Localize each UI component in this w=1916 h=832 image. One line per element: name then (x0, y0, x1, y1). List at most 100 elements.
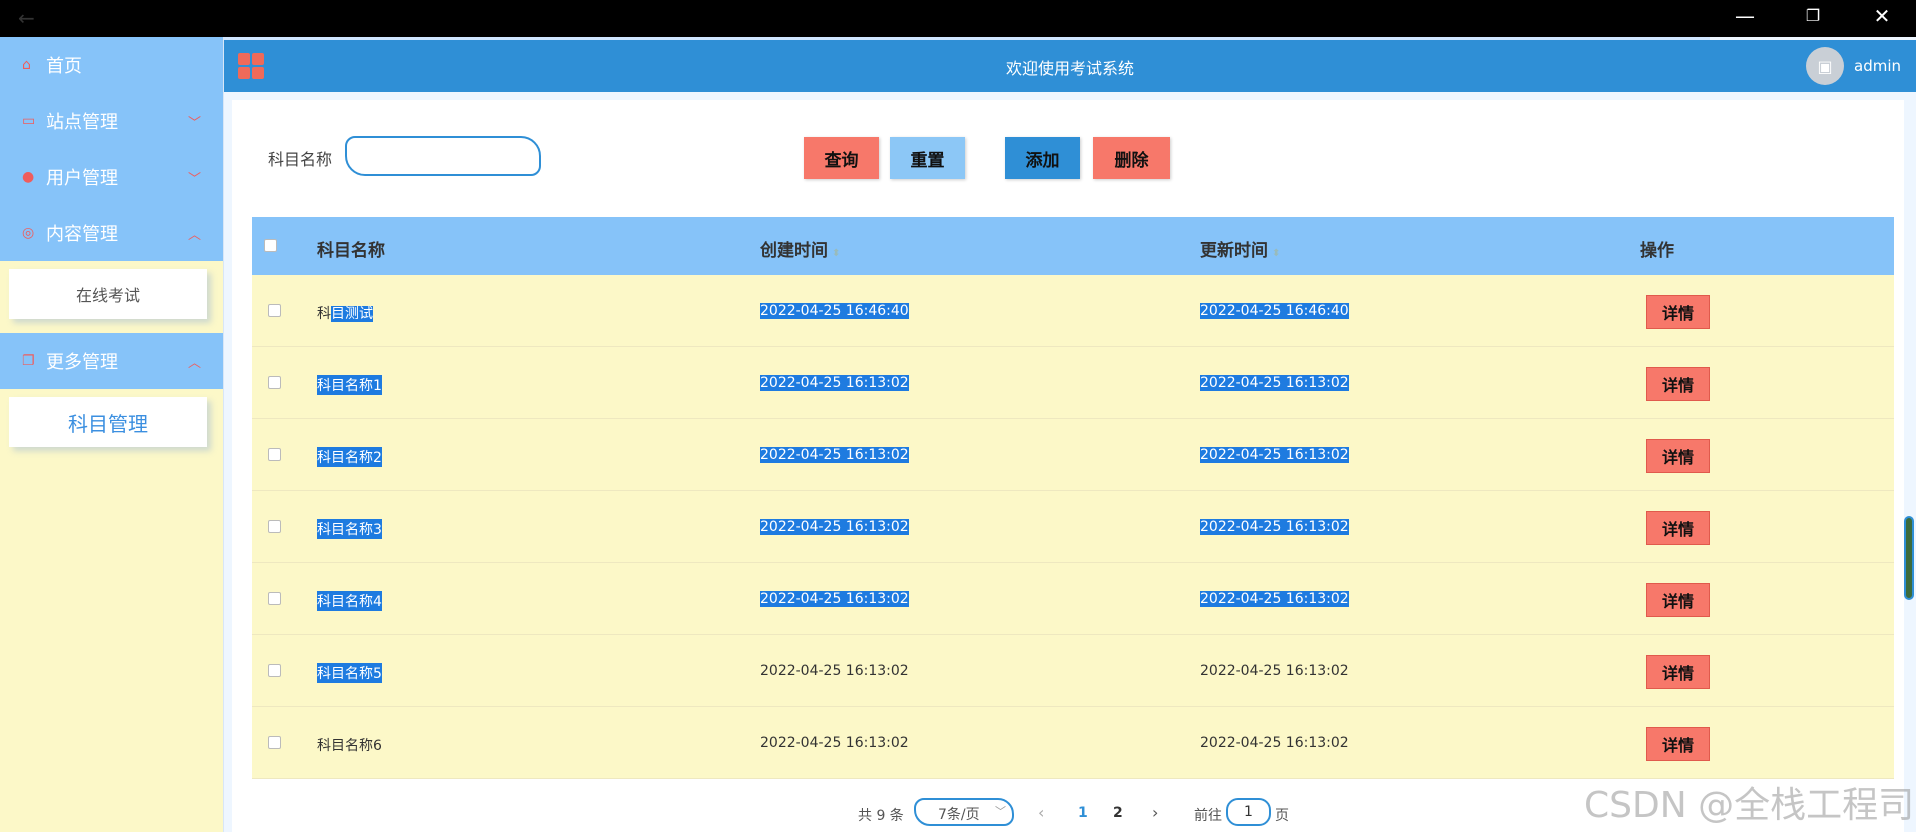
subject-table: 科目名称 创建时间 ⬍ 更新时间 ⬍ 操作 科目测试 2022-04-25 16:4… (252, 217, 1894, 779)
goto-label: 前往 (1194, 808, 1222, 824)
table-row: 科目名称6 2022-04-25 16:13:02 2022-04-25 16:… (252, 707, 1894, 779)
detail-button[interactable]: 详情 (1646, 367, 1710, 401)
copy-icon: ❐ (22, 353, 35, 369)
menu-home[interactable]: ⌂ 首页 (0, 37, 223, 93)
minimize-icon[interactable]: — (1725, 4, 1765, 28)
cell-updated: 2022-04-25 16:13:02 (1200, 375, 1349, 391)
cell-created: 2022-04-25 16:13:02 (760, 735, 909, 751)
cell-name-part: 目测试 (331, 306, 373, 322)
row-checkbox[interactable] (268, 448, 281, 461)
username[interactable]: admin (1854, 57, 1901, 75)
row-checkbox[interactable] (268, 592, 281, 605)
reset-button[interactable]: 重置 (890, 137, 965, 179)
page-1[interactable]: 1 (1078, 805, 1088, 821)
detail-button[interactable]: 详情 (1646, 655, 1710, 689)
cell-created: 2022-04-25 16:13:02 (760, 447, 909, 463)
menu-content[interactable]: ◎ 内容管理 ︿ (0, 205, 223, 261)
cell-name: 科目名称3 (317, 519, 382, 539)
table-row: 科目名称1 2022-04-25 16:13:02 2022-04-25 16:… (252, 347, 1894, 419)
cell-name: 科目名称4 (317, 591, 382, 611)
detail-button[interactable]: 详情 (1646, 511, 1710, 545)
cell-name: 科目测试 (317, 303, 373, 323)
image-icon: ▣ (1817, 56, 1833, 76)
page-size-select[interactable]: 7条/页 ﹀ (914, 798, 1014, 826)
sort-icon[interactable]: ⬍ (1272, 248, 1280, 259)
restore-icon[interactable]: ❐ (1793, 6, 1833, 25)
row-checkbox[interactable] (268, 376, 281, 389)
table-row: 科目名称5 2022-04-25 16:13:02 2022-04-25 16:… (252, 635, 1894, 707)
row-checkbox[interactable] (268, 664, 281, 677)
pagination-total: 共 9 条 (858, 808, 904, 824)
detail-button[interactable]: 详情 (1646, 727, 1710, 761)
col-updated[interactable]: 更新时间 ⬍ (1200, 236, 1280, 261)
cell-name: 科目名称6 (317, 738, 382, 754)
page-size-value: 7条/页 (938, 807, 980, 823)
subject-name-input[interactable] (345, 136, 541, 176)
submenu-subject-management[interactable]: 科目管理 (9, 397, 207, 447)
cell-updated: 2022-04-25 16:46:40 (1200, 303, 1349, 319)
table-row: 科目名称2 2022-04-25 16:13:02 2022-04-25 16:… (252, 419, 1894, 491)
close-icon[interactable]: ✕ (1862, 4, 1902, 28)
row-checkbox[interactable] (268, 520, 281, 533)
cell-updated: 2022-04-25 16:13:02 (1200, 591, 1349, 607)
detail-button[interactable]: 详情 (1646, 583, 1710, 617)
goto-suffix: 页 (1275, 808, 1289, 824)
top-header: 欢迎使用考试系统 ▣ admin (224, 40, 1916, 92)
cell-updated: 2022-04-25 16:13:02 (1200, 735, 1349, 751)
add-button[interactable]: 添加 (1005, 137, 1080, 179)
menu-users-label: 用户管理 (46, 168, 118, 189)
detail-button[interactable]: 详情 (1646, 295, 1710, 329)
chevron-down-icon: ﹀ (187, 171, 201, 187)
menu-content-label: 内容管理 (46, 224, 118, 245)
detail-button[interactable]: 详情 (1646, 439, 1710, 473)
cell-name: 科目名称5 (317, 663, 382, 683)
query-button[interactable]: 查询 (804, 137, 879, 179)
avatar[interactable]: ▣ (1806, 47, 1844, 85)
table-row: 科目测试 2022-04-25 16:46:40 2022-04-25 16:4… (252, 275, 1894, 347)
table-row: 科目名称4 2022-04-25 16:13:02 2022-04-25 16:… (252, 563, 1894, 635)
watermark: CSDN @全栈工程司 (1584, 785, 1915, 826)
content-icon: ◎ (22, 225, 35, 241)
page-title: 欢迎使用考试系统 (1005, 59, 1134, 78)
cell-name: 科目名称1 (317, 375, 382, 395)
scrollbar-thumb[interactable] (1904, 516, 1914, 600)
menu-site-label: 站点管理 (46, 112, 118, 133)
prev-page-icon[interactable]: ‹ (1038, 803, 1044, 822)
menu-home-label: 首页 (46, 56, 82, 77)
page-2[interactable]: 2 (1113, 805, 1123, 821)
submenu-online-exam[interactable]: 在线考试 (9, 269, 207, 319)
goto-page-input[interactable]: 1 (1226, 798, 1271, 826)
user-icon: ● (22, 169, 35, 185)
row-checkbox[interactable] (268, 736, 281, 749)
table-header: 科目名称 创建时间 ⬍ 更新时间 ⬍ 操作 (252, 217, 1894, 275)
home-icon: ⌂ (22, 57, 31, 73)
cell-created: 2022-04-25 16:46:40 (760, 303, 909, 319)
menu-site[interactable]: ▭ 站点管理 ﹀ (0, 93, 223, 149)
window-titlebar: ← — ❐ ✕ (0, 0, 1916, 37)
cell-created: 2022-04-25 16:13:02 (760, 591, 909, 607)
delete-button[interactable]: 删除 (1093, 137, 1170, 179)
chevron-down-icon: ﹀ (187, 115, 201, 131)
monitor-icon: ▭ (22, 113, 36, 129)
cell-name: 科目名称2 (317, 447, 382, 467)
next-page-icon[interactable]: › (1152, 803, 1158, 822)
col-updated-label: 更新时间 (1200, 241, 1268, 261)
cell-created: 2022-04-25 16:13:02 (760, 663, 909, 679)
col-actions: 操作 (1640, 241, 1674, 261)
menu-more[interactable]: ❐ 更多管理 ︿ (0, 333, 223, 389)
col-name: 科目名称 (317, 241, 385, 261)
chevron-down-icon: ﹀ (995, 805, 1006, 818)
row-checkbox[interactable] (268, 304, 281, 317)
cell-updated: 2022-04-25 16:13:02 (1200, 663, 1349, 679)
sort-icon[interactable]: ⬍ (832, 248, 840, 259)
cell-name-part: 科 (317, 306, 331, 322)
select-all-checkbox[interactable] (264, 239, 277, 252)
cell-created: 2022-04-25 16:13:02 (760, 519, 909, 535)
menu-users[interactable]: ● 用户管理 ﹀ (0, 149, 223, 205)
col-created[interactable]: 创建时间 ⬍ (760, 236, 840, 261)
search-label: 科目名称 (268, 150, 333, 169)
cell-updated: 2022-04-25 16:13:02 (1200, 519, 1349, 535)
back-arrow-icon[interactable]: ← (18, 6, 35, 30)
cell-created: 2022-04-25 16:13:02 (760, 375, 909, 391)
chevron-up-icon: ︿ (187, 227, 201, 243)
